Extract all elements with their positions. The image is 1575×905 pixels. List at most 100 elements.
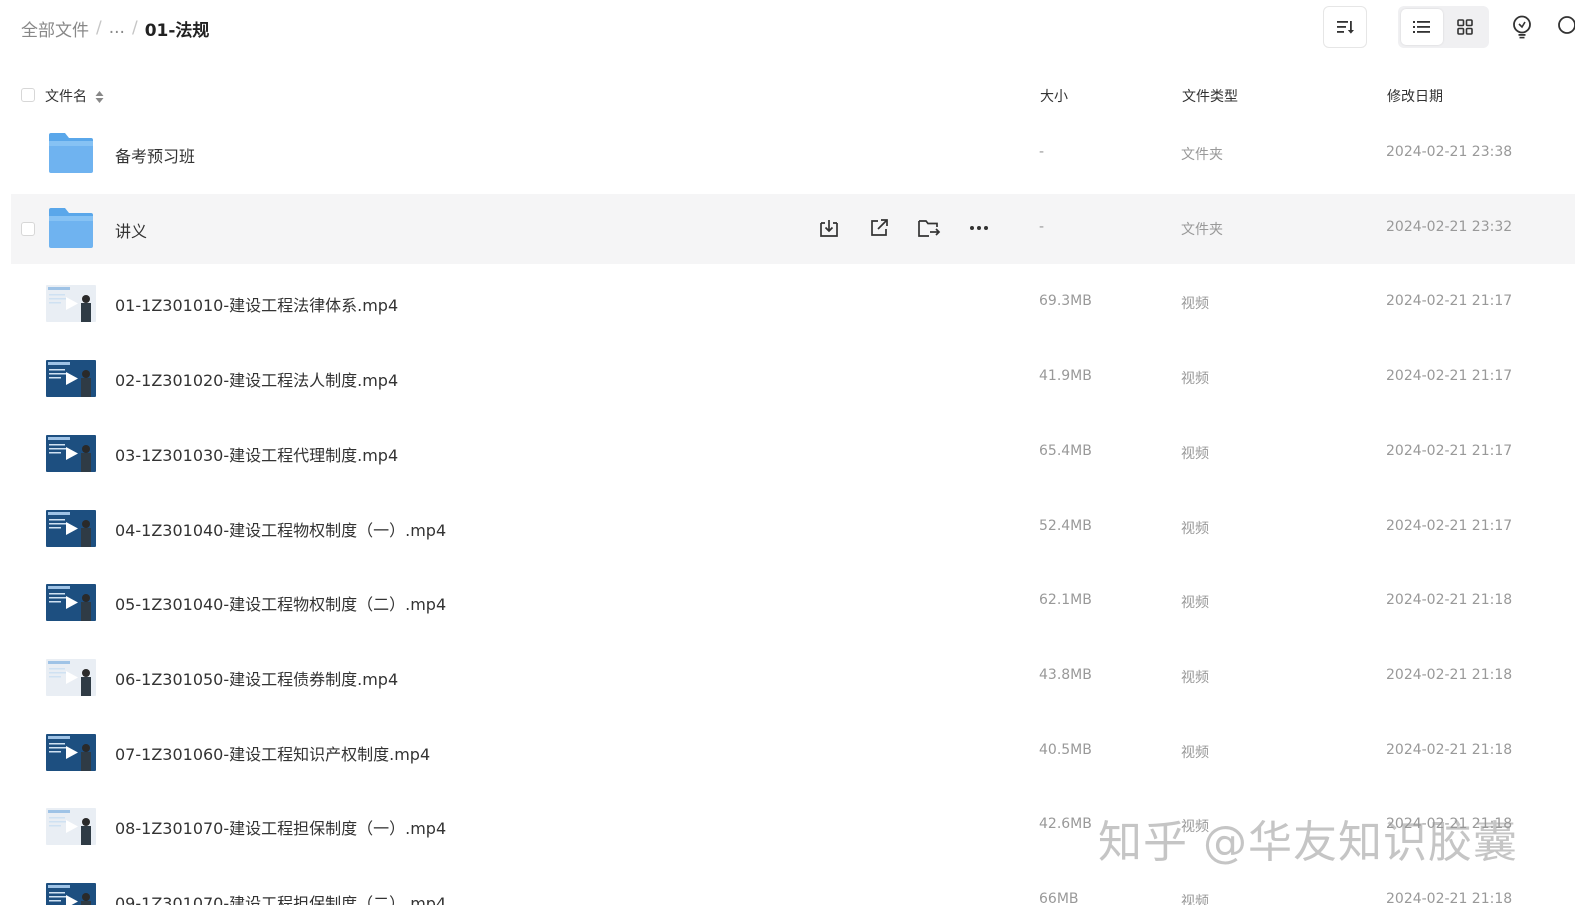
breadcrumb-separator: / — [131, 18, 138, 38]
file-size: 42.6MB — [1039, 816, 1092, 833]
modified-date: 2024-02-21 21:17 — [1386, 293, 1513, 310]
row-actions — [817, 216, 991, 240]
file-name[interactable]: 04-1Z301040-建设工程物权制度（一）.mp4 — [115, 517, 446, 541]
search-icon — [1558, 16, 1575, 34]
share-button[interactable] — [867, 216, 891, 240]
modified-date: 2024-02-21 21:17 — [1386, 368, 1513, 385]
table-row[interactable]: 07-1Z301060-建设工程知识产权制度.mp4 40.5MB 视频 2024-0… — [11, 717, 1575, 787]
video-thumbnail — [46, 584, 96, 622]
modified-date: 2024-02-21 21:17 — [1386, 517, 1513, 534]
file-name[interactable]: 06-1Z301050-建设工程债券制度.mp4 — [115, 666, 398, 690]
table-row[interactable]: 备考预习班 - 文件夹 2024-02-21 23:38 — [11, 119, 1575, 189]
folder-icon — [48, 131, 94, 175]
file-size: 52.4MB — [1039, 517, 1092, 534]
column-header-date[interactable]: 修改日期 — [1387, 86, 1443, 106]
table-row[interactable]: 讲义 - 文件夹 2024-02-21 23:32 — [11, 193, 1575, 264]
list-view-icon — [1412, 21, 1430, 33]
column-header-type[interactable]: 文件类型 — [1182, 86, 1238, 106]
breadcrumb-separator: / — [96, 18, 102, 38]
table-row[interactable]: 01-1Z301010-建设工程法律体系.mp4 69.3MB 视频 2024-02-… — [11, 268, 1575, 338]
file-name[interactable]: 07-1Z301060-建设工程知识产权制度.mp4 — [115, 741, 430, 765]
grid-view-icon — [1457, 19, 1474, 35]
row-checkbox[interactable] — [21, 221, 35, 236]
video-thumbnail — [46, 285, 96, 323]
more-button[interactable] — [967, 216, 991, 240]
modified-date: 2024-02-21 21:18 — [1386, 666, 1513, 683]
modified-date: 2024-02-21 23:38 — [1386, 144, 1513, 160]
column-header-name[interactable]: 文件名 — [45, 86, 104, 106]
breadcrumb: 全部文件 / ... / 01-法规 — [21, 14, 209, 42]
file-type: 视频 — [1181, 595, 1209, 612]
file-size: 66MB — [1039, 891, 1079, 905]
list-view-button[interactable] — [1401, 9, 1443, 45]
file-type: 视频 — [1181, 520, 1209, 537]
video-thumbnail — [46, 883, 96, 905]
breadcrumb-current: 01-法规 — [144, 20, 210, 41]
table-header: 文件名 大小 文件类型 修改日期 — [0, 78, 1575, 112]
download-button[interactable] — [817, 216, 841, 240]
video-thumbnail — [46, 509, 96, 547]
folder-icon — [48, 206, 94, 250]
video-thumbnail — [46, 360, 96, 398]
grid-view-button[interactable] — [1445, 9, 1487, 45]
folder-name[interactable]: 备考预习班 — [115, 143, 195, 167]
file-size: - — [1039, 144, 1045, 160]
file-type: 视频 — [1181, 445, 1209, 462]
table-row[interactable]: 06-1Z301050-建设工程债券制度.mp4 43.8MB 视频 2024-02-… — [11, 642, 1575, 712]
file-type: 文件夹 — [1181, 147, 1223, 163]
file-size: - — [1039, 218, 1045, 235]
table-row[interactable]: 03-1Z301030-建设工程代理制度.mp4 65.4MB 视频 2024-02-… — [11, 418, 1575, 488]
sort-icon — [1337, 21, 1354, 34]
video-thumbnail — [46, 733, 96, 771]
view-toggle — [1398, 6, 1489, 48]
file-size: 43.8MB — [1039, 666, 1092, 683]
file-name[interactable]: 05-1Z301040-建设工程物权制度（二）.mp4 — [115, 591, 446, 615]
table-row[interactable]: 04-1Z301040-建设工程物权制度（一）.mp4 52.4MB 视频 2024-… — [11, 493, 1575, 563]
breadcrumb-root[interactable]: 全部文件 — [21, 16, 89, 41]
file-size: 41.9MB — [1039, 368, 1092, 385]
file-size: 65.4MB — [1039, 442, 1092, 459]
video-thumbnail — [46, 434, 96, 472]
file-name[interactable]: 02-1Z301020-建设工程法人制度.mp4 — [115, 367, 398, 391]
modified-date: 2024-02-21 23:32 — [1386, 218, 1513, 235]
move-icon — [918, 219, 941, 237]
file-type: 视频 — [1181, 744, 1209, 761]
tips-button[interactable] — [1508, 12, 1536, 42]
file-name[interactable]: 01-1Z301010-建设工程法律体系.mp4 — [115, 292, 398, 316]
file-type: 视频 — [1181, 296, 1209, 313]
table-row[interactable]: 02-1Z301020-建设工程法人制度.mp4 41.9MB 视频 2024-02-… — [11, 343, 1575, 413]
folder-name[interactable]: 讲义 — [115, 218, 147, 242]
file-size: 40.5MB — [1039, 741, 1092, 758]
download-icon — [820, 219, 838, 237]
video-thumbnail — [46, 658, 96, 696]
file-size: 69.3MB — [1039, 293, 1092, 310]
modified-date: 2024-02-21 21:18 — [1386, 741, 1513, 758]
more-icon — [970, 225, 988, 230]
video-thumbnail — [46, 808, 96, 846]
lightbulb-icon — [1513, 15, 1531, 39]
file-size: 62.1MB — [1039, 592, 1092, 609]
sort-arrows-icon — [95, 91, 104, 103]
watermark: 知乎 @华友知识胶囊 — [1098, 817, 1518, 868]
sort-button[interactable] — [1323, 6, 1367, 48]
file-type: 视频 — [1181, 371, 1209, 388]
modified-date: 2024-02-21 21:18 — [1386, 592, 1513, 609]
column-header-size[interactable]: 大小 — [1040, 86, 1068, 106]
modified-date: 2024-02-21 21:18 — [1386, 891, 1513, 905]
table-row[interactable]: 05-1Z301040-建设工程物权制度（二）.mp4 62.1MB 视频 2024-… — [11, 567, 1575, 637]
file-type: 文件夹 — [1181, 221, 1223, 238]
file-browser-page: 全部文件 / ... / 01-法规 文件名 大小 文件类型 修改日期 备考预习… — [0, 0, 1575, 905]
file-type: 视频 — [1181, 669, 1209, 686]
select-all-checkbox[interactable] — [21, 88, 35, 102]
file-name[interactable]: 09-1Z301070-建设工程担保制度（二）.mp4 — [115, 890, 446, 905]
move-button[interactable] — [917, 216, 941, 240]
file-type: 视频 — [1181, 894, 1209, 905]
file-name[interactable]: 03-1Z301030-建设工程代理制度.mp4 — [115, 442, 398, 466]
file-name[interactable]: 08-1Z301070-建设工程担保制度（一）.mp4 — [115, 815, 446, 839]
column-header-name-label: 文件名 — [45, 89, 87, 105]
share-icon — [871, 218, 888, 236]
search-button[interactable] — [1556, 14, 1575, 40]
table-row[interactable]: 09-1Z301070-建设工程担保制度（二）.mp4 66MB 视频 2024-02… — [11, 866, 1575, 905]
breadcrumb-ellipsis[interactable]: ... — [109, 18, 125, 38]
modified-date: 2024-02-21 21:17 — [1386, 442, 1513, 459]
